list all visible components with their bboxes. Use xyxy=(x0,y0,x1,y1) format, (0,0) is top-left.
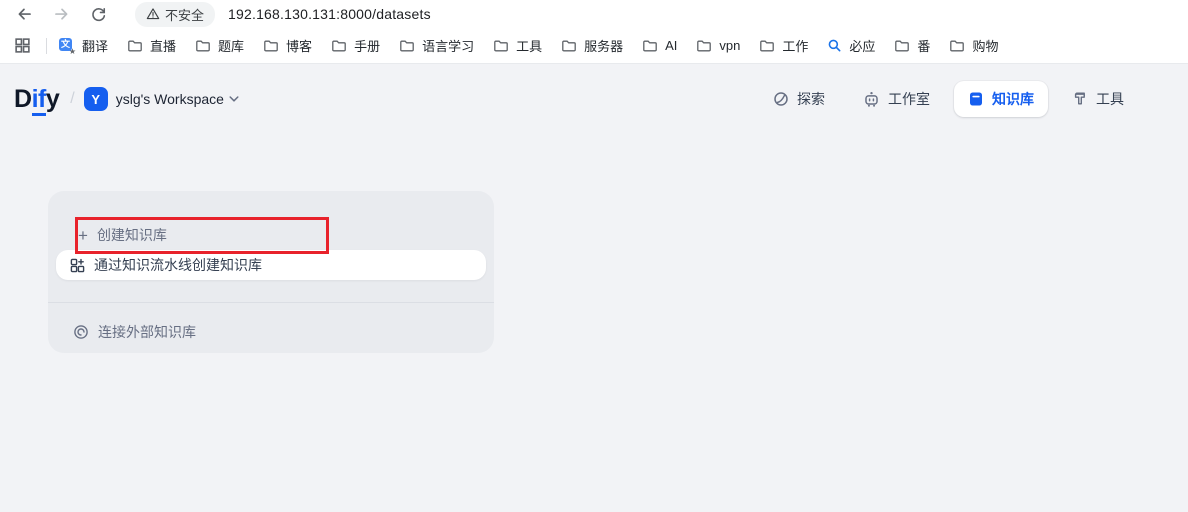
connect-external-label: 连接外部知识库 xyxy=(98,322,196,342)
bookmark-folder[interactable]: vpn xyxy=(696,38,740,54)
translate-icon: 文★ xyxy=(59,38,75,54)
folder-icon xyxy=(949,38,965,54)
create-dataset-label: 创建知识库 xyxy=(97,225,167,245)
bookmark-folder[interactable]: 工作 xyxy=(759,36,808,55)
workspace-name[interactable]: yslg's Workspace xyxy=(116,91,224,107)
create-dataset-card: + 创建知识库 通过知识流水线创建知识库 连接外部知识库 xyxy=(48,191,494,353)
warning-icon xyxy=(146,7,160,21)
tools-icon xyxy=(1072,91,1088,107)
apps-grid-icon[interactable] xyxy=(12,36,32,56)
address-bar[interactable]: 不安全 192.168.130.131:8000/datasets xyxy=(135,2,431,27)
url-text[interactable]: 192.168.130.131:8000/datasets xyxy=(228,6,431,22)
bookmark-folder[interactable]: AI xyxy=(642,38,677,54)
create-from-pipeline-label: 通过知识流水线创建知识库 xyxy=(94,255,262,275)
security-label: 不安全 xyxy=(165,5,204,24)
folder-icon xyxy=(894,38,910,54)
bookmark-folder[interactable]: 直播 xyxy=(127,36,176,55)
back-icon[interactable] xyxy=(14,4,34,24)
bookmark-folder[interactable]: 博客 xyxy=(263,36,312,55)
folder-icon xyxy=(759,38,775,54)
folder-icon xyxy=(696,38,712,54)
bookmark-folder[interactable]: 题库 xyxy=(195,36,244,55)
forward-icon xyxy=(51,4,71,24)
bookmarks-bar: 文★ 翻译 直播 题库 博客 手册 语言学习 工具 服务器 AI vpn 工作 xyxy=(0,28,1188,64)
plus-icon: + xyxy=(78,227,88,244)
bookmark-folder[interactable]: 手册 xyxy=(331,36,380,55)
browser-toolbar: 不安全 192.168.130.131:8000/datasets xyxy=(0,0,1188,28)
security-chip[interactable]: 不安全 xyxy=(135,2,215,27)
bookmark-folder[interactable]: 语言学习 xyxy=(399,36,474,55)
bookmark-folder[interactable]: 购物 xyxy=(949,36,998,55)
bookmark-bing[interactable]: 必应 xyxy=(827,36,875,55)
bookmark-folder[interactable]: 工具 xyxy=(493,36,542,55)
pipeline-blocks-icon xyxy=(70,258,85,273)
refresh-icon[interactable] xyxy=(88,4,108,24)
app-header: Dify / Y yslg's Workspace 探索 工作室 知识库 xyxy=(0,64,1188,117)
create-from-pipeline-option[interactable]: 通过知识流水线创建知识库 xyxy=(56,250,486,280)
chevron-down-icon[interactable] xyxy=(229,95,239,103)
breadcrumb-slash: / xyxy=(70,90,74,108)
folder-icon xyxy=(331,38,347,54)
knowledge-icon xyxy=(968,91,984,107)
nav-studio[interactable]: 工作室 xyxy=(849,81,944,117)
nav-tools[interactable]: 工具 xyxy=(1058,81,1138,117)
dify-page: Dify / Y yslg's Workspace 探索 工作室 知识库 xyxy=(0,64,1188,512)
nav-knowledge[interactable]: 知识库 xyxy=(954,81,1048,117)
create-dataset-option[interactable]: + 创建知识库 xyxy=(48,220,167,250)
folder-icon xyxy=(195,38,211,54)
bookmark-folder[interactable]: 番 xyxy=(894,36,930,55)
explore-icon xyxy=(773,91,789,107)
bookmarks-separator xyxy=(46,38,47,54)
card-divider xyxy=(48,302,494,303)
search-icon xyxy=(827,38,842,53)
folder-icon xyxy=(399,38,415,54)
folder-icon xyxy=(561,38,577,54)
workspace-avatar[interactable]: Y xyxy=(84,87,108,111)
bookmark-translate[interactable]: 文★ 翻译 xyxy=(59,36,108,55)
folder-icon xyxy=(127,38,143,54)
top-nav: 探索 工作室 知识库 工具 xyxy=(759,81,1138,117)
connect-external-option[interactable]: 连接外部知识库 xyxy=(48,317,196,347)
dify-logo[interactable]: Dify xyxy=(14,85,59,114)
folder-icon xyxy=(493,38,509,54)
nav-explore[interactable]: 探索 xyxy=(759,81,839,117)
bookmark-folder[interactable]: 服务器 xyxy=(561,36,623,55)
folder-icon xyxy=(642,38,658,54)
studio-icon xyxy=(863,91,880,108)
folder-icon xyxy=(263,38,279,54)
external-knowledge-icon xyxy=(73,324,89,340)
